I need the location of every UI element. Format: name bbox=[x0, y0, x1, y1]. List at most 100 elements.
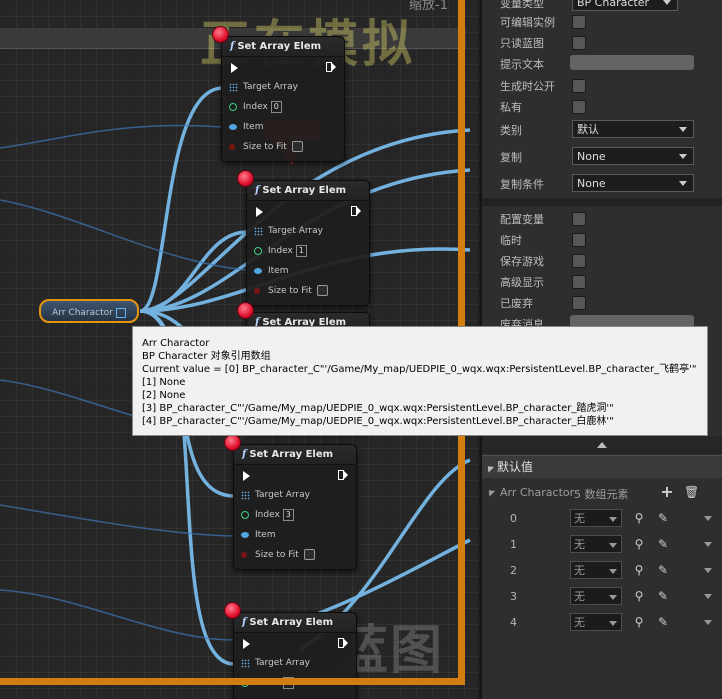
delete-icon[interactable]: 🗑 bbox=[684, 485, 699, 499]
array-element-row: 0 无 ⚲ ✎ bbox=[482, 506, 722, 532]
array-element-row: 3 无 ⚲ ✎ bbox=[482, 584, 722, 610]
property-label: 私有 bbox=[500, 101, 522, 114]
array-pin-icon[interactable] bbox=[241, 659, 250, 668]
property-label: 只读蓝图 bbox=[500, 37, 544, 50]
property-row: 保存游戏 bbox=[482, 250, 722, 271]
array-pin-icon[interactable] bbox=[254, 227, 263, 236]
deprecated-checkbox[interactable] bbox=[572, 296, 586, 310]
array-pin-icon[interactable] bbox=[115, 307, 126, 318]
browse-icon[interactable]: ⚲ bbox=[632, 615, 646, 629]
element-value-dropdown[interactable]: 无 bbox=[570, 535, 622, 553]
element-value-dropdown[interactable]: 无 bbox=[570, 587, 622, 605]
browse-icon[interactable]: ⚲ bbox=[632, 589, 646, 603]
element-options-icon[interactable] bbox=[704, 594, 712, 599]
private-checkbox[interactable] bbox=[572, 100, 586, 114]
element-index: 0 bbox=[510, 512, 517, 525]
variable-type-dropdown[interactable]: BP Character bbox=[572, 0, 678, 11]
expand-arrow-icon[interactable] bbox=[484, 462, 495, 473]
array-pin-icon[interactable] bbox=[241, 491, 250, 500]
expose-on-spawn-checkbox[interactable] bbox=[572, 79, 586, 93]
blueprint-readonly-checkbox[interactable] bbox=[572, 36, 586, 50]
array-element-row: 4 无 ⚲ ✎ bbox=[482, 610, 722, 636]
expand-arrow-icon[interactable] bbox=[485, 487, 496, 497]
browse-icon[interactable]: ⚲ bbox=[632, 537, 646, 551]
exec-out-pin[interactable] bbox=[338, 470, 348, 480]
add-element-icon[interactable]: + bbox=[660, 484, 674, 500]
array-pin-icon[interactable] bbox=[229, 83, 238, 92]
index-field[interactable]: 1 bbox=[295, 244, 307, 257]
int-pin-icon[interactable] bbox=[254, 247, 262, 255]
arr-charactor-variable-node[interactable]: Arr Charactor bbox=[39, 299, 139, 323]
pin-label: Target Array bbox=[268, 226, 323, 236]
error-icon bbox=[224, 602, 241, 619]
instance-editable-checkbox[interactable] bbox=[572, 15, 586, 29]
object-pin-icon[interactable] bbox=[229, 124, 237, 130]
section-title: 默认值 bbox=[497, 460, 534, 474]
size-to-fit-checkbox[interactable] bbox=[291, 141, 303, 152]
set-array-elem-node[interactable]: fSet Array Elem Target Array 4 bbox=[224, 602, 357, 699]
set-array-elem-node[interactable]: f Set Array Elem Target Array Index 1 Item… bbox=[237, 170, 370, 306]
property-row: 生成时公开 bbox=[482, 75, 722, 96]
exec-out-pin[interactable] bbox=[338, 638, 348, 648]
size-to-fit-checkbox[interactable] bbox=[316, 285, 328, 296]
index-field[interactable]: 0 bbox=[270, 100, 282, 113]
transient-checkbox[interactable] bbox=[572, 233, 586, 247]
element-options-icon[interactable] bbox=[704, 516, 712, 521]
bool-pin-icon[interactable] bbox=[241, 552, 247, 558]
replication-dropdown[interactable]: None bbox=[572, 147, 694, 165]
function-icon: f bbox=[242, 617, 247, 628]
pin-label: Size to Fit bbox=[268, 286, 312, 296]
set-array-elem-node[interactable]: f Set Array Elem Target Array Index 3 Item… bbox=[224, 434, 357, 570]
category-dropdown[interactable]: 默认 bbox=[572, 120, 694, 138]
object-pin-icon[interactable] bbox=[241, 532, 249, 538]
int-pin-icon[interactable] bbox=[229, 103, 237, 111]
pin-label: Size to Fit bbox=[243, 142, 287, 152]
element-value-dropdown[interactable]: 无 bbox=[570, 509, 622, 527]
pick-actor-icon[interactable]: ✎ bbox=[656, 511, 670, 525]
exec-in-pin[interactable] bbox=[243, 639, 250, 649]
property-label: 已废弃 bbox=[500, 297, 533, 310]
exec-out-pin[interactable] bbox=[326, 62, 336, 72]
bool-pin-icon[interactable] bbox=[254, 288, 260, 294]
default-value-section-header[interactable]: 默认值 bbox=[482, 455, 722, 478]
collapse-up-icon[interactable] bbox=[597, 442, 607, 448]
array-element-row: 2 无 ⚲ ✎ bbox=[482, 558, 722, 584]
advanced-display-checkbox[interactable] bbox=[572, 275, 586, 289]
element-options-icon[interactable] bbox=[704, 542, 712, 547]
replication-condition-dropdown[interactable]: None bbox=[572, 174, 694, 192]
index-field[interactable]: 3 bbox=[282, 508, 294, 521]
pin-label: Item bbox=[243, 122, 264, 132]
property-row: 已废弃 bbox=[482, 292, 722, 313]
error-icon bbox=[237, 302, 254, 319]
element-value-dropdown[interactable]: 无 bbox=[570, 613, 622, 631]
exec-in-pin[interactable] bbox=[256, 207, 263, 217]
exec-in-pin[interactable] bbox=[231, 63, 238, 73]
pick-actor-icon[interactable]: ✎ bbox=[656, 563, 670, 577]
size-to-fit-checkbox[interactable] bbox=[303, 549, 315, 560]
element-options-icon[interactable] bbox=[704, 568, 712, 573]
collapse-bar[interactable] bbox=[482, 436, 722, 454]
object-pin-icon[interactable] bbox=[254, 268, 262, 274]
savegame-checkbox[interactable] bbox=[572, 254, 586, 268]
pin-label: Index bbox=[255, 510, 280, 520]
pick-actor-icon[interactable]: ✎ bbox=[656, 537, 670, 551]
property-row: 临时 bbox=[482, 229, 722, 250]
int-pin-icon[interactable] bbox=[241, 511, 249, 519]
browse-icon[interactable]: ⚲ bbox=[632, 563, 646, 577]
array-element-row: 1 无 ⚲ ✎ bbox=[482, 532, 722, 558]
browse-icon[interactable]: ⚲ bbox=[632, 511, 646, 525]
property-label: 变量类型 bbox=[500, 0, 544, 10]
element-value-dropdown[interactable]: 无 bbox=[570, 561, 622, 579]
element-options-icon[interactable] bbox=[704, 620, 712, 625]
pick-actor-icon[interactable]: ✎ bbox=[656, 615, 670, 629]
tooltip-text-input[interactable] bbox=[570, 55, 694, 70]
bool-pin-icon[interactable] bbox=[229, 144, 235, 150]
pick-actor-icon[interactable]: ✎ bbox=[656, 589, 670, 603]
exec-in-pin[interactable] bbox=[243, 471, 250, 481]
config-variable-checkbox[interactable] bbox=[572, 212, 586, 226]
exec-out-pin[interactable] bbox=[351, 206, 361, 216]
property-row: 高级显示 bbox=[482, 271, 722, 292]
set-array-elem-node[interactable]: f Set Array Elem Target Array Index 0 Item… bbox=[212, 26, 345, 162]
tooltip-line: [3] BP_character_C"'/Game/My_map/UEDPIE_… bbox=[142, 403, 614, 414]
property-label: 类别 bbox=[500, 124, 522, 137]
